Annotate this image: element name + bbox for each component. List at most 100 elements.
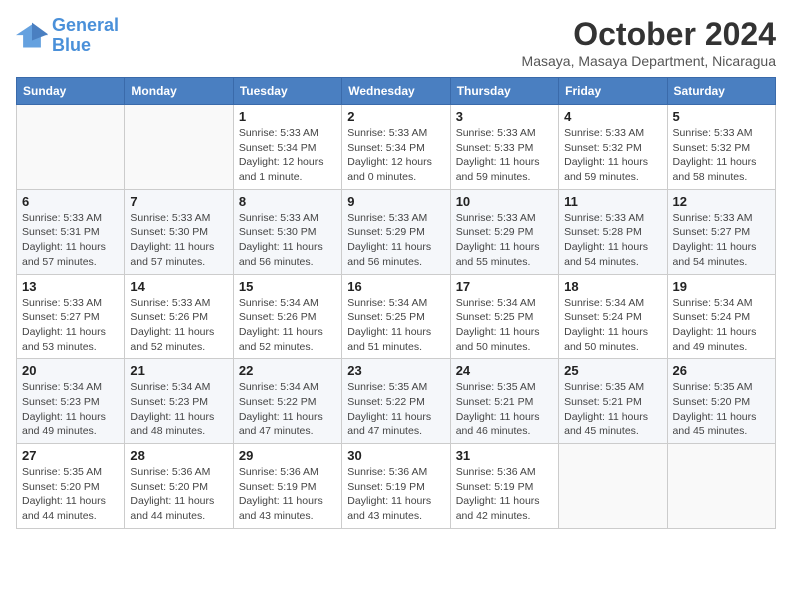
calendar-cell	[125, 105, 233, 190]
day-number: 3	[456, 109, 553, 124]
day-info: Sunrise: 5:34 AM Sunset: 5:26 PM Dayligh…	[239, 296, 336, 355]
day-number: 10	[456, 194, 553, 209]
day-info: Sunrise: 5:34 AM Sunset: 5:25 PM Dayligh…	[456, 296, 553, 355]
logo-line2: Blue	[52, 35, 91, 55]
day-info: Sunrise: 5:33 AM Sunset: 5:27 PM Dayligh…	[673, 211, 770, 270]
page-header: General Blue October 2024 Masaya, Masaya…	[16, 16, 776, 69]
day-number: 31	[456, 448, 553, 463]
day-info: Sunrise: 5:35 AM Sunset: 5:20 PM Dayligh…	[673, 380, 770, 439]
calendar-body: 1 Sunrise: 5:33 AM Sunset: 5:34 PM Daylig…	[17, 105, 776, 529]
day-info: Sunrise: 5:33 AM Sunset: 5:34 PM Dayligh…	[347, 126, 444, 185]
day-info: Sunrise: 5:36 AM Sunset: 5:19 PM Dayligh…	[239, 465, 336, 524]
day-info: Sunrise: 5:33 AM Sunset: 5:27 PM Dayligh…	[22, 296, 119, 355]
header-sunday: Sunday	[17, 78, 125, 105]
calendar-cell: 20 Sunrise: 5:34 AM Sunset: 5:23 PM Dayli…	[17, 359, 125, 444]
logo-line1: General	[52, 15, 119, 35]
calendar-cell: 26 Sunrise: 5:35 AM Sunset: 5:20 PM Dayli…	[667, 359, 775, 444]
day-number: 27	[22, 448, 119, 463]
header-saturday: Saturday	[667, 78, 775, 105]
day-number: 8	[239, 194, 336, 209]
logo-bird-icon	[16, 22, 48, 50]
title-block: October 2024 Masaya, Masaya Department, …	[522, 16, 776, 69]
calendar-cell: 25 Sunrise: 5:35 AM Sunset: 5:21 PM Dayli…	[559, 359, 667, 444]
calendar-cell	[17, 105, 125, 190]
logo: General Blue	[16, 16, 119, 56]
header-wednesday: Wednesday	[342, 78, 450, 105]
calendar-cell: 7Sunrise: 5:33 AM Sunset: 5:30 PM Daylig…	[125, 189, 233, 274]
day-info: Sunrise: 5:36 AM Sunset: 5:20 PM Dayligh…	[130, 465, 227, 524]
day-info: Sunrise: 5:35 AM Sunset: 5:22 PM Dayligh…	[347, 380, 444, 439]
calendar-cell: 18 Sunrise: 5:34 AM Sunset: 5:24 PM Dayli…	[559, 274, 667, 359]
day-info: Sunrise: 5:34 AM Sunset: 5:25 PM Dayligh…	[347, 296, 444, 355]
day-info: Sunrise: 5:36 AM Sunset: 5:19 PM Dayligh…	[347, 465, 444, 524]
day-info: Sunrise: 5:33 AM Sunset: 5:32 PM Dayligh…	[673, 126, 770, 185]
day-info: Sunrise: 5:34 AM Sunset: 5:23 PM Dayligh…	[22, 380, 119, 439]
day-number: 13	[22, 279, 119, 294]
calendar-cell: 17Sunrise: 5:34 AM Sunset: 5:25 PM Dayli…	[450, 274, 558, 359]
week-row-3: 20 Sunrise: 5:34 AM Sunset: 5:23 PM Dayli…	[17, 359, 776, 444]
day-info: Sunrise: 5:34 AM Sunset: 5:24 PM Dayligh…	[564, 296, 661, 355]
day-number: 18	[564, 279, 661, 294]
day-info: Sunrise: 5:34 AM Sunset: 5:23 PM Dayligh…	[130, 380, 227, 439]
calendar-cell: 29 Sunrise: 5:36 AM Sunset: 5:19 PM Dayli…	[233, 444, 341, 529]
day-number: 23	[347, 363, 444, 378]
day-info: Sunrise: 5:33 AM Sunset: 5:28 PM Dayligh…	[564, 211, 661, 270]
day-number: 1	[239, 109, 336, 124]
calendar-cell: 8 Sunrise: 5:33 AM Sunset: 5:30 PM Daylig…	[233, 189, 341, 274]
header-monday: Monday	[125, 78, 233, 105]
location: Masaya, Masaya Department, Nicaragua	[522, 53, 776, 69]
day-info: Sunrise: 5:34 AM Sunset: 5:24 PM Dayligh…	[673, 296, 770, 355]
day-info: Sunrise: 5:35 AM Sunset: 5:21 PM Dayligh…	[456, 380, 553, 439]
day-info: Sunrise: 5:33 AM Sunset: 5:33 PM Dayligh…	[456, 126, 553, 185]
day-number: 26	[673, 363, 770, 378]
header-thursday: Thursday	[450, 78, 558, 105]
day-number: 16	[347, 279, 444, 294]
day-number: 11	[564, 194, 661, 209]
day-number: 4	[564, 109, 661, 124]
day-number: 14	[130, 279, 227, 294]
header-tuesday: Tuesday	[233, 78, 341, 105]
calendar-cell: 24Sunrise: 5:35 AM Sunset: 5:21 PM Dayli…	[450, 359, 558, 444]
day-number: 22	[239, 363, 336, 378]
calendar-cell: 13 Sunrise: 5:33 AM Sunset: 5:27 PM Dayli…	[17, 274, 125, 359]
calendar-cell: 21Sunrise: 5:34 AM Sunset: 5:23 PM Dayli…	[125, 359, 233, 444]
calendar-cell: 3 Sunrise: 5:33 AM Sunset: 5:33 PM Daylig…	[450, 105, 558, 190]
calendar-cell: 2 Sunrise: 5:33 AM Sunset: 5:34 PM Daylig…	[342, 105, 450, 190]
week-row-4: 27Sunrise: 5:35 AM Sunset: 5:20 PM Dayli…	[17, 444, 776, 529]
month-title: October 2024	[522, 16, 776, 53]
day-number: 20	[22, 363, 119, 378]
calendar-cell: 12 Sunrise: 5:33 AM Sunset: 5:27 PM Dayli…	[667, 189, 775, 274]
calendar-cell: 31 Sunrise: 5:36 AM Sunset: 5:19 PM Dayli…	[450, 444, 558, 529]
day-info: Sunrise: 5:33 AM Sunset: 5:26 PM Dayligh…	[130, 296, 227, 355]
day-number: 25	[564, 363, 661, 378]
day-number: 28	[130, 448, 227, 463]
calendar-table: SundayMondayTuesdayWednesdayThursdayFrid…	[16, 77, 776, 529]
calendar-cell: 19 Sunrise: 5:34 AM Sunset: 5:24 PM Dayli…	[667, 274, 775, 359]
day-number: 30	[347, 448, 444, 463]
calendar-cell: 5 Sunrise: 5:33 AM Sunset: 5:32 PM Daylig…	[667, 105, 775, 190]
calendar-cell: 14 Sunrise: 5:33 AM Sunset: 5:26 PM Dayli…	[125, 274, 233, 359]
day-number: 5	[673, 109, 770, 124]
day-info: Sunrise: 5:34 AM Sunset: 5:22 PM Dayligh…	[239, 380, 336, 439]
calendar-cell: 28 Sunrise: 5:36 AM Sunset: 5:20 PM Dayli…	[125, 444, 233, 529]
day-number: 12	[673, 194, 770, 209]
day-number: 19	[673, 279, 770, 294]
calendar-cell: 30 Sunrise: 5:36 AM Sunset: 5:19 PM Dayli…	[342, 444, 450, 529]
day-info: Sunrise: 5:33 AM Sunset: 5:29 PM Dayligh…	[456, 211, 553, 270]
logo-text: General Blue	[52, 16, 119, 56]
calendar-cell: 27Sunrise: 5:35 AM Sunset: 5:20 PM Dayli…	[17, 444, 125, 529]
calendar-cell: 16 Sunrise: 5:34 AM Sunset: 5:25 PM Dayli…	[342, 274, 450, 359]
day-number: 29	[239, 448, 336, 463]
day-info: Sunrise: 5:35 AM Sunset: 5:21 PM Dayligh…	[564, 380, 661, 439]
day-number: 2	[347, 109, 444, 124]
day-number: 7	[130, 194, 227, 209]
calendar-cell: 10 Sunrise: 5:33 AM Sunset: 5:29 PM Dayli…	[450, 189, 558, 274]
day-info: Sunrise: 5:36 AM Sunset: 5:19 PM Dayligh…	[456, 465, 553, 524]
day-info: Sunrise: 5:33 AM Sunset: 5:30 PM Dayligh…	[239, 211, 336, 270]
calendar-cell: 15 Sunrise: 5:34 AM Sunset: 5:26 PM Dayli…	[233, 274, 341, 359]
calendar-cell: 4 Sunrise: 5:33 AM Sunset: 5:32 PM Daylig…	[559, 105, 667, 190]
day-number: 15	[239, 279, 336, 294]
calendar-cell	[559, 444, 667, 529]
day-number: 9	[347, 194, 444, 209]
day-info: Sunrise: 5:33 AM Sunset: 5:32 PM Dayligh…	[564, 126, 661, 185]
